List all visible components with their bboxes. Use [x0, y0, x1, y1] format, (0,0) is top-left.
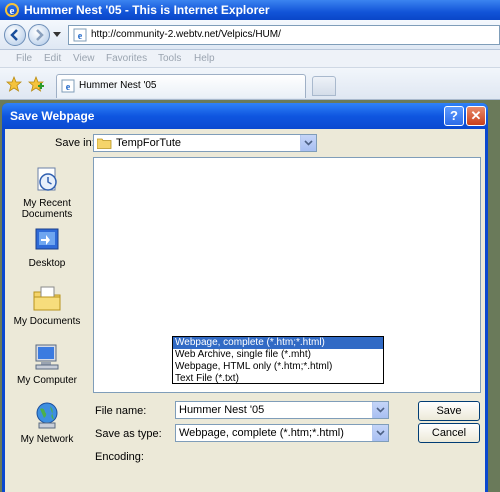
help-icon: ? [450, 108, 458, 123]
svg-text:e: e [66, 82, 71, 93]
svg-text:e: e [78, 31, 83, 42]
menu-edit[interactable]: Edit [44, 53, 61, 64]
close-icon: ✕ [470, 108, 482, 123]
place-label: My Network [20, 434, 74, 445]
chevron-down-icon [376, 407, 385, 413]
ie-logo-icon: e [5, 3, 19, 17]
tab-label: Hummer Nest '05 [79, 80, 157, 91]
save-in-value: TempForTute [116, 137, 182, 149]
save-as-type-select[interactable]: Webpage, complete (*.htm;*.html) [175, 424, 389, 442]
menu-bar: File Edit View Favorites Tools Help [0, 50, 500, 68]
places-bar: My Recent Documents Desktop My Documents [11, 153, 83, 465]
place-label: Desktop [28, 258, 66, 269]
new-tab-button[interactable] [312, 76, 336, 96]
recent-documents-icon [37, 167, 57, 191]
save-as-type-label: Save as type: [95, 428, 162, 440]
tabs-bar: e Hummer Nest '05 [0, 68, 500, 100]
tab-page-icon: e [61, 79, 75, 93]
save-webpage-dialog: Save Webpage ? ✕ Save in: TempForTute My… [2, 103, 488, 492]
desktop-icon [35, 228, 59, 250]
menu-favorites[interactable]: Favorites [106, 53, 147, 64]
browser-title-bar: e Hummer Nest '05 - This is Internet Exp… [0, 0, 500, 20]
place-label: My Recent Documents [21, 198, 73, 220]
browser-title: Hummer Nest '05 - This is Internet Explo… [24, 3, 270, 17]
help-button[interactable]: ? [444, 106, 464, 126]
address-text: http://community-2.webtv.net/Velpics/HUM… [91, 29, 281, 40]
menu-tools[interactable]: Tools [158, 53, 181, 64]
place-my-documents[interactable]: My Documents [11, 283, 83, 327]
address-toolbar: e http://community-2.webtv.net/Velpics/H… [0, 20, 500, 50]
page-icon: e [73, 28, 87, 42]
type-option[interactable]: Webpage, HTML only (*.htm;*.html) [173, 361, 383, 373]
save-button-label: Save [436, 405, 462, 417]
back-arrow-icon [10, 29, 18, 41]
forward-button[interactable] [28, 24, 50, 46]
type-option[interactable]: Webpage, complete (*.htm;*.html) [173, 337, 383, 349]
add-favorite-icon[interactable] [28, 76, 44, 92]
menu-help[interactable]: Help [194, 53, 215, 64]
place-my-computer[interactable]: My Computer [11, 342, 83, 386]
place-my-network[interactable]: My Network [11, 401, 83, 445]
cancel-button-label: Cancel [431, 427, 467, 439]
file-name-dropdown-arrow[interactable] [372, 402, 388, 418]
folder-icon [97, 138, 112, 149]
back-button[interactable] [4, 24, 26, 46]
place-desktop[interactable]: Desktop [11, 225, 83, 269]
dialog-body: Save in: TempForTute My Recent Documents… [5, 129, 485, 492]
my-network-icon [36, 402, 58, 429]
file-name-input[interactable]: Hummer Nest '05 [175, 401, 389, 419]
chevron-down-icon [376, 430, 385, 436]
forward-arrow-icon [36, 29, 44, 41]
save-in-dropdown-arrow[interactable] [300, 135, 316, 151]
tab-hummer-nest[interactable]: e Hummer Nest '05 [56, 74, 306, 98]
menu-file[interactable]: File [16, 53, 32, 64]
chevron-down-icon [304, 140, 313, 146]
history-dropdown-icon[interactable] [53, 32, 61, 38]
address-input[interactable]: e http://community-2.webtv.net/Velpics/H… [68, 25, 500, 45]
dialog-title-bar: Save Webpage ? ✕ [2, 103, 488, 129]
encoding-label: Encoding: [95, 451, 144, 463]
menu-view[interactable]: View [73, 53, 95, 64]
cancel-button[interactable]: Cancel [418, 423, 480, 443]
type-option[interactable]: Text File (*.txt) [173, 373, 383, 385]
type-option[interactable]: Web Archive, single file (*.mht) [173, 349, 383, 361]
save-as-type-dropdown-arrow[interactable] [372, 425, 388, 441]
save-as-type-options: Webpage, complete (*.htm;*.html) Web Arc… [172, 336, 384, 384]
save-as-type-value: Webpage, complete (*.htm;*.html) [179, 427, 344, 439]
my-documents-icon [33, 286, 61, 311]
svg-text:e: e [10, 5, 15, 17]
place-label: My Computer [16, 375, 77, 386]
place-label: My Documents [13, 316, 81, 327]
save-in-select[interactable]: TempForTute [93, 134, 317, 152]
place-recent-documents[interactable]: My Recent Documents [11, 165, 83, 220]
file-name-label: File name: [95, 405, 147, 417]
save-in-label: Save in: [55, 137, 95, 149]
dialog-title: Save Webpage [10, 109, 95, 123]
close-button[interactable]: ✕ [466, 106, 486, 126]
file-name-value: Hummer Nest '05 [179, 404, 265, 416]
save-button[interactable]: Save [418, 401, 480, 421]
my-computer-icon [35, 344, 59, 370]
favorites-star-icon[interactable] [6, 76, 22, 92]
